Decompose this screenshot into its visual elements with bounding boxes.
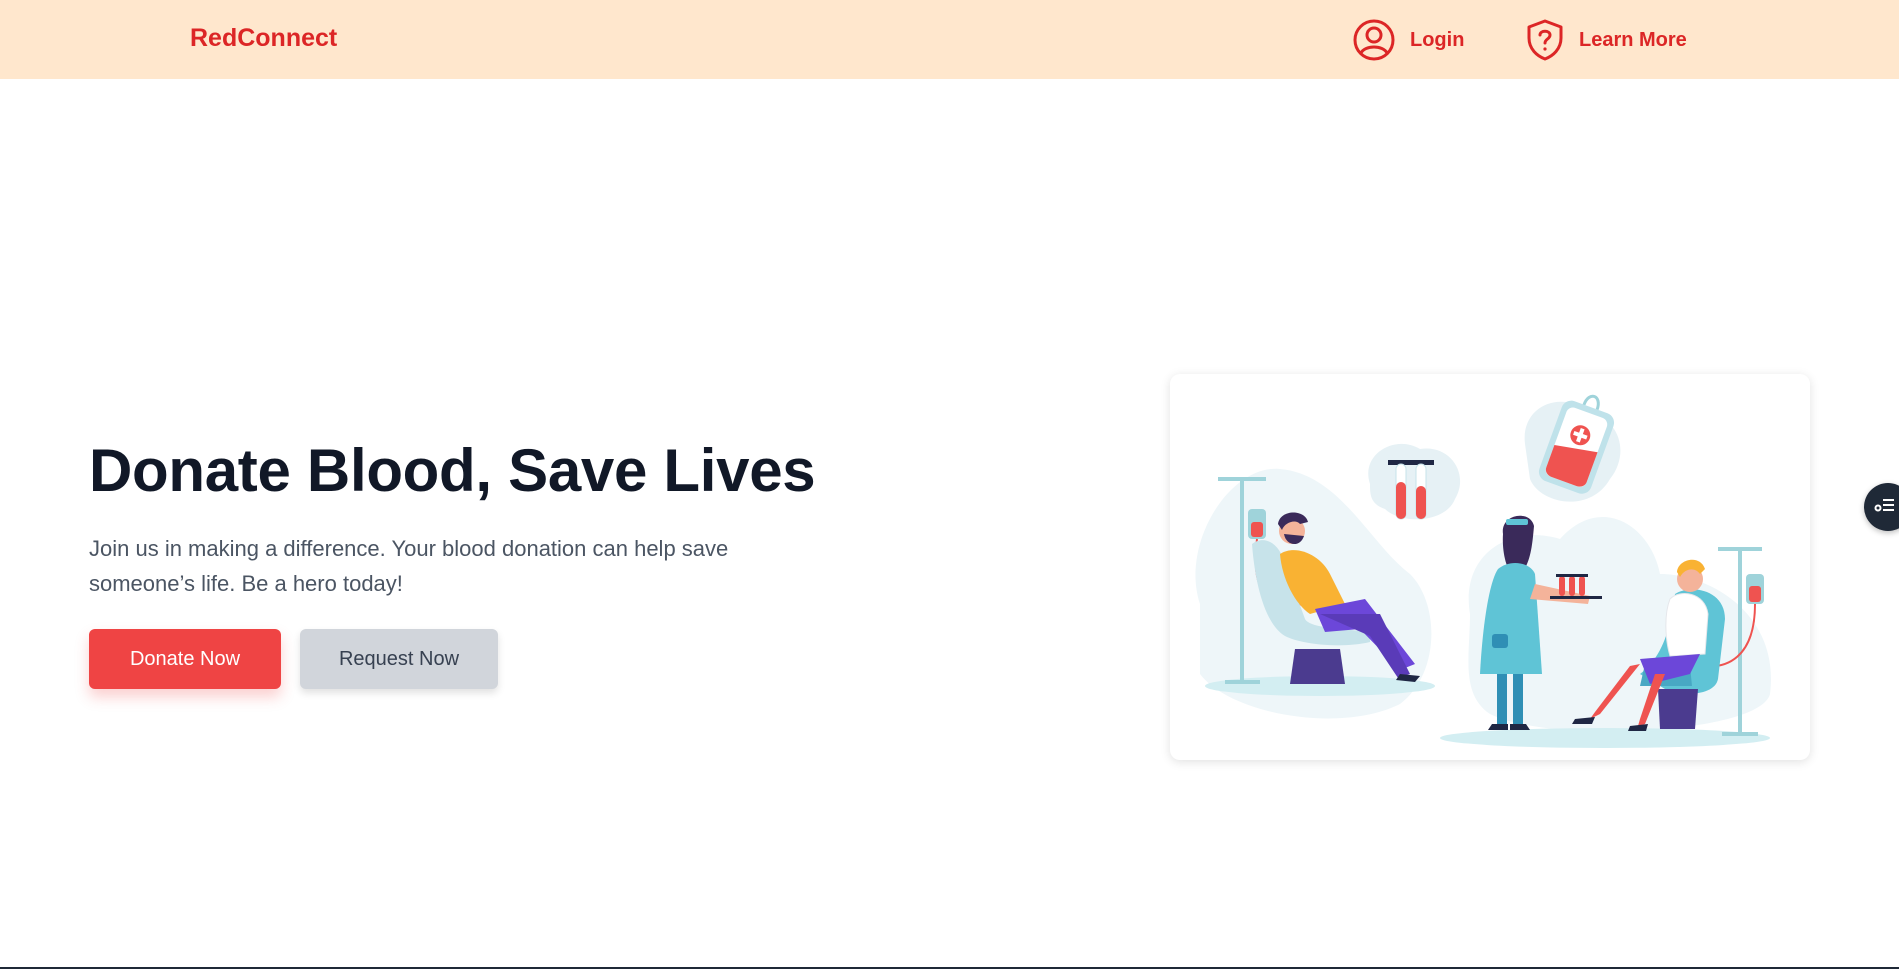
top-navbar: RedConnect Login Learn More <box>0 0 1899 79</box>
settings-list-icon <box>1874 497 1896 518</box>
illustration-card <box>1170 374 1810 760</box>
request-now-button[interactable]: Request Now <box>300 629 498 689</box>
brand-logo[interactable]: RedConnect <box>190 24 337 53</box>
blood-donation-illustration <box>1195 394 1771 748</box>
login-link[interactable]: Login <box>1352 18 1464 62</box>
donate-now-button[interactable]: Donate Now <box>89 629 281 689</box>
hero-title: Donate Blood, Save Lives <box>89 437 816 504</box>
hero-subtitle: Join us in making a difference. Your blo… <box>89 536 729 596</box>
settings-list-widget[interactable] <box>1864 483 1899 531</box>
learn-more-link[interactable]: Learn More <box>1525 18 1687 62</box>
login-label: Login <box>1410 28 1465 51</box>
user-circle-icon <box>1352 18 1396 62</box>
learn-more-label: Learn More <box>1579 28 1687 51</box>
shield-question-icon <box>1525 18 1565 62</box>
